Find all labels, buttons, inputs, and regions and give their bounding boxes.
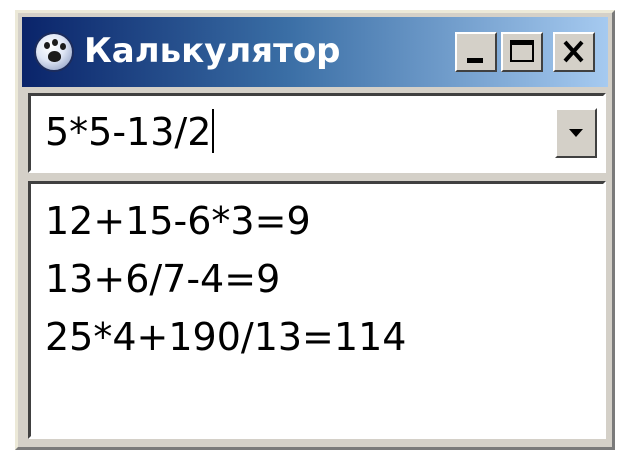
chevron-down-icon [569,129,583,137]
paw-toe [52,39,58,46]
history-item[interactable]: 13+6/7-4=9 [45,250,603,308]
history-items: 12+15-6*3=9 13+6/7-4=9 25*4+190/13=114 [31,184,603,366]
text-caret [212,109,215,153]
minimize-button[interactable] [455,32,497,72]
expression-text: 5*5-13/2 [45,110,212,154]
calculator-window: Калькулятор 5*5-13/2 12+15-6*3=9 13+6/7-… [15,10,615,450]
paw-icon[interactable] [34,32,74,72]
window-title: Калькулятор [84,31,341,71]
maximize-button[interactable] [501,32,543,72]
history-item[interactable]: 12+15-6*3=9 [45,192,603,250]
minimize-icon [467,58,483,63]
close-icon [563,40,584,63]
paw-toe [44,42,50,49]
history-item[interactable]: 25*4+190/13=114 [45,308,603,366]
paw-toe [60,43,66,50]
dropdown-button[interactable] [555,108,597,158]
title-bar[interactable]: Калькулятор [22,17,608,87]
expression-input[interactable]: 5*5-13/2 [45,102,545,162]
close-button[interactable] [553,32,595,72]
expression-combobox[interactable]: 5*5-13/2 [28,93,606,173]
paw-pad [48,51,61,62]
maximize-icon [510,40,534,62]
history-list[interactable]: 12+15-6*3=9 13+6/7-4=9 25*4+190/13=114 [28,181,606,439]
